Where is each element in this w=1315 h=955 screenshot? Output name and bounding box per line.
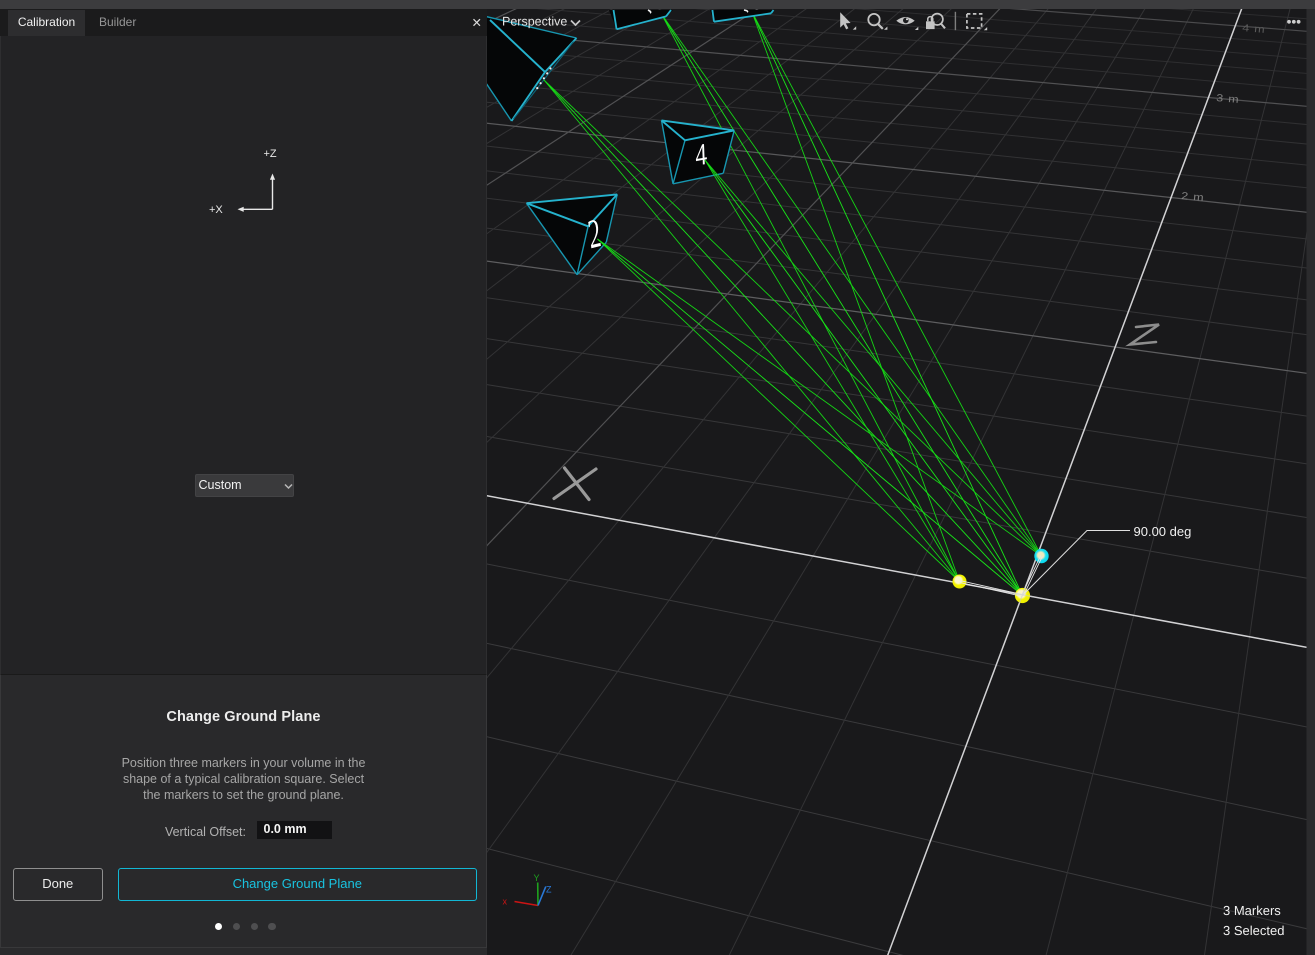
svg-text:x: x [503, 897, 508, 907]
svg-text:3 m: 3 m [1216, 93, 1240, 106]
svg-text:Z: Z [546, 885, 552, 895]
svg-text:90.00 deg: 90.00 deg [1134, 524, 1192, 539]
svg-text:3 Selected: 3 Selected [1223, 923, 1284, 938]
svg-text:4 m: 4 m [1242, 23, 1266, 36]
svg-text:3 Markers: 3 Markers [1223, 903, 1281, 918]
svg-text:Perspective: Perspective [502, 15, 567, 29]
svg-text:2 m: 2 m [1181, 191, 1205, 204]
svg-text:Y: Y [534, 873, 540, 883]
